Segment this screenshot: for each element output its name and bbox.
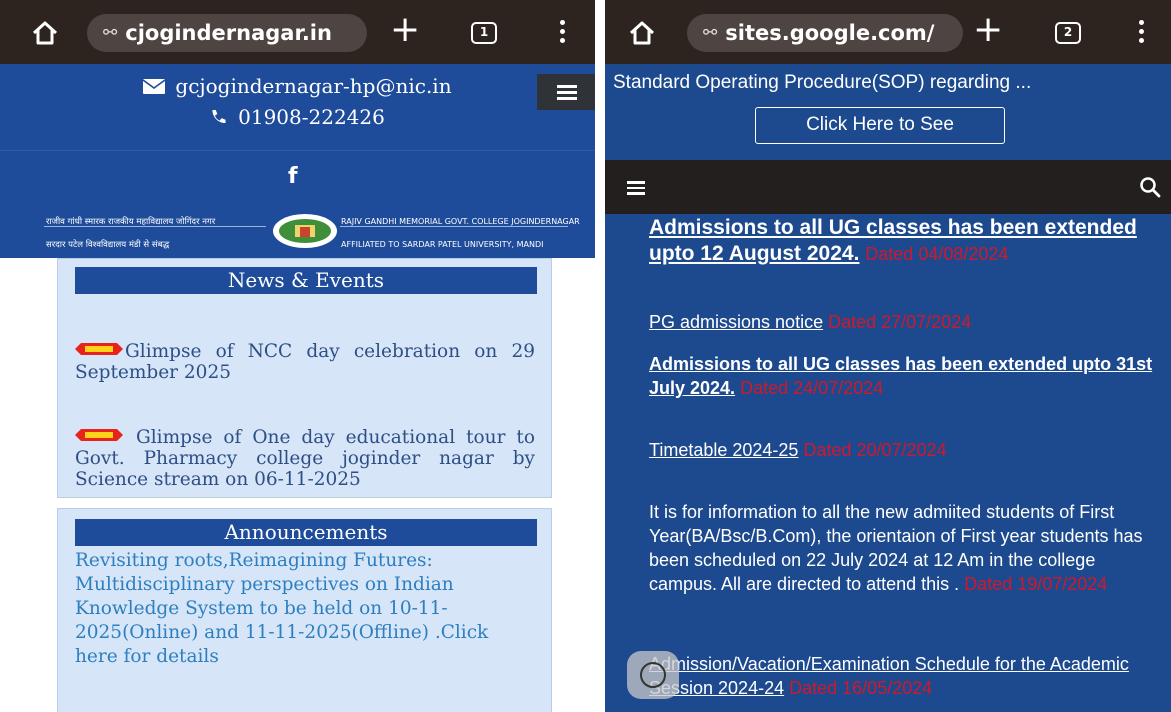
facebook-icon[interactable]: f <box>288 164 298 189</box>
new-badge-icon <box>75 343 123 355</box>
phone-row[interactable]: 01908-222426 <box>0 105 595 129</box>
notice-item[interactable]: Admissions to all UG classes has been ex… <box>649 215 1159 267</box>
notice-item[interactable]: Admission/Vacation/Examination Schedule … <box>649 652 1159 700</box>
notice-item[interactable]: Admissions to all UG classes has been ex… <box>649 352 1159 400</box>
site-settings-icon[interactable]: ⚯ <box>103 14 117 52</box>
site-nav-bar <box>605 160 1171 214</box>
notice-item[interactable]: PG admissions notice Dated 27/07/2024 <box>649 310 1159 334</box>
click-here-button[interactable]: Click Here to See <box>755 107 1005 144</box>
phone-icon <box>212 109 226 124</box>
banner-english-name: RAJIV GANDHI MEMORIAL GOVT. COLLEGE JOGI… <box>341 217 580 226</box>
address-bar[interactable]: ⚯ cjogindernagar.in <box>87 14 367 52</box>
notice-item[interactable]: Timetable 2024-25 Dated 20/07/2024 <box>649 438 1159 462</box>
sop-notice-text: Standard Operating Procedure(SOP) regard… <box>613 72 1032 93</box>
news-item-text: Glimpse of One day educational tour to G… <box>75 427 535 490</box>
browser-toolbar: ⚯ cjogindernagar.in + 1 <box>0 0 595 64</box>
notice-link[interactable]: PG admissions notice <box>649 312 823 332</box>
news-events-heading: News & Events <box>75 267 537 294</box>
envelope-icon <box>143 79 166 94</box>
url-text: cjogindernagar.in <box>125 21 332 45</box>
notice-date: Dated 24/07/2024 <box>740 378 884 398</box>
home-icon[interactable] <box>627 18 657 48</box>
news-events-panel: News & Events Glimpse of NCC day celebra… <box>57 258 552 498</box>
floating-action-button[interactable] <box>627 651 679 699</box>
notice-date: Dated 20/07/2024 <box>803 440 947 460</box>
phone-text: 01908-222426 <box>238 105 385 129</box>
email-text: gcjogindernagar-hp@nic.in <box>175 74 452 98</box>
browser-toolbar: ⚯ sites.google.com/ + 2 <box>605 0 1171 64</box>
tab-switcher-button[interactable]: 2 <box>1055 22 1081 44</box>
home-icon[interactable] <box>30 18 60 48</box>
more-options-icon[interactable] <box>1137 20 1145 46</box>
announcements-panel: Announcements Revisiting roots,Reimagini… <box>57 508 552 712</box>
announcements-heading: Announcements <box>75 519 537 546</box>
floating-button-icon <box>640 662 666 688</box>
more-options-icon[interactable] <box>558 20 566 46</box>
notice-link[interactable]: Timetable 2024-25 <box>649 440 798 460</box>
site-settings-icon[interactable]: ⚯ <box>703 14 717 52</box>
right-phone-screen: ⚯ sites.google.com/ + 2 Standard Operatin… <box>605 0 1171 712</box>
left-phone-screen: ⚯ cjogindernagar.in + 1 gcjogindernagar-h… <box>0 0 595 712</box>
news-item[interactable]: Glimpse of One day educational tour to G… <box>75 427 535 490</box>
notice-item: It is for information to all the new adm… <box>649 500 1159 596</box>
announcement-link[interactable]: Revisiting roots,Reimagining Futures: Mu… <box>75 549 535 669</box>
banner-divider <box>340 226 568 227</box>
tab-switcher-button[interactable]: 1 <box>471 22 497 44</box>
banner-hindi-name: राजीव गांधी स्मारक राजकीय महाविद्यालय जो… <box>46 217 216 227</box>
notice-link[interactable]: Admissions to all UG classes has been ex… <box>649 354 1152 398</box>
email-row[interactable]: gcjogindernagar-hp@nic.in <box>0 74 595 98</box>
notice-date: Dated 16/05/2024 <box>789 678 933 698</box>
new-tab-plus-icon[interactable]: + <box>390 10 420 50</box>
news-item-text: Glimpse of NCC day celebration on 29 Sep… <box>75 341 535 383</box>
hamburger-menu-icon[interactable] <box>627 181 645 195</box>
hamburger-menu-button[interactable] <box>537 74 595 110</box>
banner-english-affiliation: AFFILIATED TO SARDAR PATEL UNIVERSITY, M… <box>341 240 544 249</box>
notice-date: Dated 04/08/2024 <box>865 244 1009 264</box>
banner-hindi-affiliation: सरदार पटेल विश्वविद्यालय मंडी से संबद्ध <box>46 240 170 250</box>
search-icon[interactable] <box>1139 176 1161 198</box>
notice-date: Dated 19/07/2024 <box>964 574 1108 594</box>
news-item[interactable]: Glimpse of NCC day celebration on 29 Sep… <box>75 341 535 383</box>
social-bar: f <box>0 150 595 208</box>
college-emblem-icon <box>273 214 337 248</box>
url-text: sites.google.com/ <box>725 21 935 45</box>
new-badge-icon <box>75 429 123 441</box>
new-tab-plus-icon[interactable]: + <box>973 10 1003 50</box>
notice-date: Dated 27/07/2024 <box>828 312 972 332</box>
address-bar[interactable]: ⚯ sites.google.com/ <box>687 14 963 52</box>
contact-bar: gcjogindernagar-hp@nic.in 01908-222426 <box>0 64 595 150</box>
